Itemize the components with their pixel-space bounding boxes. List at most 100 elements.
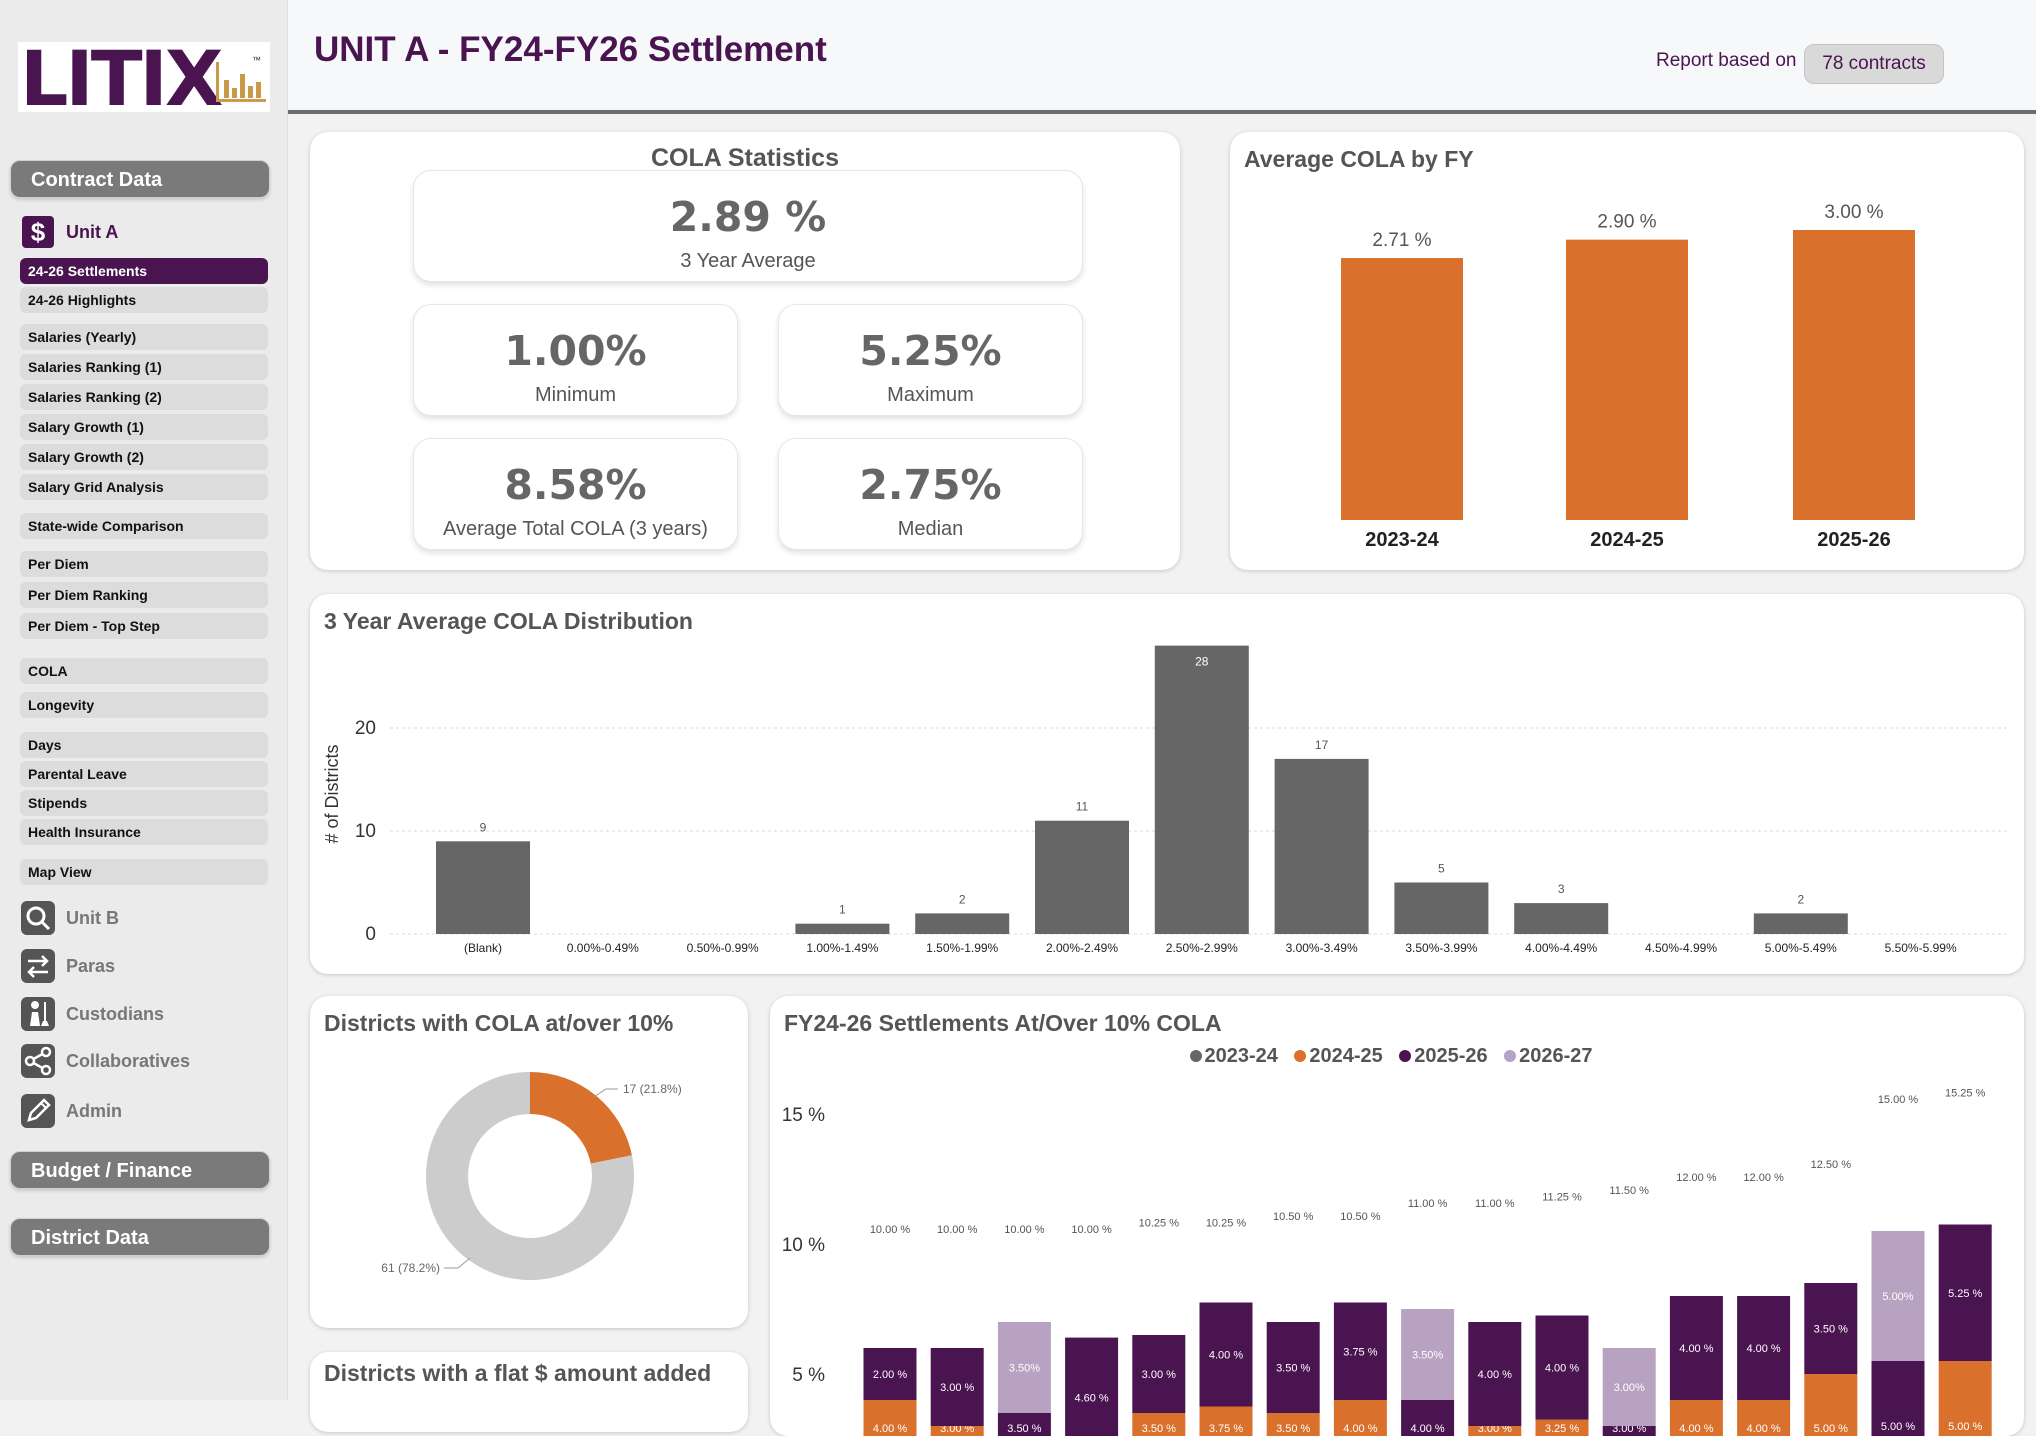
nav-parental-leave[interactable]: Parental Leave (20, 761, 268, 787)
dist-bar-value-label: 3 (1558, 882, 1565, 896)
fy-bar[interactable] (1341, 258, 1463, 520)
median-label: Median (779, 518, 1082, 541)
nav-salaries-ranking-2[interactable]: Salaries Ranking (2) (20, 384, 268, 410)
stack-segment-label: 4.00 % (1343, 1423, 1377, 1435)
dist-category-label: 5.00%-5.49% (1765, 941, 1837, 955)
stack-segment-label: 4.00 % (1478, 1369, 1512, 1381)
stack-segment-label: 5.25 % (1948, 1288, 1982, 1300)
stack-segment-label: 3.50% (1412, 1350, 1443, 1362)
nav-salaries-yearly[interactable]: Salaries (Yearly) (20, 324, 268, 350)
district-data-button[interactable]: District Data (10, 1218, 270, 1256)
contract-data-button[interactable]: Contract Data (10, 160, 270, 198)
nav-per-diem-top-step[interactable]: Per Diem - Top Step (20, 613, 268, 639)
dist-bar[interactable] (915, 913, 1009, 934)
logo-bars-icon: ™ (214, 54, 270, 106)
stack-segment-label: 4.00 % (1746, 1343, 1780, 1355)
dist-bar[interactable] (1514, 903, 1608, 934)
nav-24-26-highlights[interactable]: 24-26 Highlights (20, 287, 268, 313)
stack-segment[interactable] (1065, 1338, 1118, 1436)
paras-link[interactable]: Paras (20, 946, 270, 986)
custodians-label: Custodians (66, 1004, 164, 1025)
donut-slice-label: 61 (78.2%) (381, 1261, 440, 1275)
dist-ytick-label: 10 (355, 821, 376, 842)
stack-total-label: 15.00 % (1878, 1094, 1919, 1106)
cola-distribution-chart: 01020# of Districts9(Blank)0.00%-0.49%0.… (310, 594, 2024, 974)
dist-category-label: 4.00%-4.49% (1525, 941, 1597, 955)
stack-segment-label: 3.00 % (940, 1382, 974, 1394)
nav-days[interactable]: Days (20, 732, 268, 758)
donut-leader-line (444, 1258, 470, 1268)
contracts-badge[interactable]: 78 contracts (1804, 44, 1944, 84)
admin-link[interactable]: Admin (20, 1091, 270, 1131)
dist-category-label: 2.00%-2.49% (1046, 941, 1118, 955)
stack-segment-label: 4.00 % (1746, 1423, 1780, 1435)
maximum-box: 5.25% Maximum (778, 304, 1083, 416)
dist-category-label: 1.50%-1.99% (926, 941, 998, 955)
dist-bar-value-label: 1 (839, 903, 846, 917)
dist-category-label: 1.00%-1.49% (806, 941, 878, 955)
minimum-box: 1.00% Minimum (413, 304, 738, 416)
nav-cola[interactable]: COLA (20, 658, 268, 684)
collaboratives-label: Collaboratives (66, 1051, 190, 1072)
collaboratives-link[interactable]: Collaboratives (20, 1041, 270, 1081)
stack-total-label: 10.00 % (870, 1224, 911, 1236)
nav-map-view[interactable]: Map View (20, 859, 268, 885)
nav-health-insurance[interactable]: Health Insurance (20, 819, 268, 845)
dist-bar-value-label: 28 (1195, 655, 1209, 669)
swap-arrows-icon (20, 948, 56, 984)
dist-category-label: 2.50%-2.99% (1166, 941, 1238, 955)
cola-distribution-card: 3 Year Average COLA Distribution 01020# … (310, 594, 2024, 974)
custodians-link[interactable]: Custodians (20, 994, 270, 1034)
dist-bar-value-label: 2 (1797, 892, 1804, 906)
stack-segment-label: 5.00 % (1814, 1423, 1848, 1435)
cola-statistics-card: COLA Statistics 2.89 % 3 Year Average 1.… (310, 132, 1180, 570)
stack-ytick-label: 15 % (782, 1105, 825, 1126)
nav-salary-growth-2[interactable]: Salary Growth (2) (20, 444, 268, 470)
nav-per-diem[interactable]: Per Diem (20, 551, 268, 577)
nav-24-26-settlements[interactable]: 24-26 Settlements (20, 258, 268, 284)
nav-longevity[interactable]: Longevity (20, 692, 268, 718)
stack-segment-label: 3.50 % (1007, 1423, 1041, 1435)
unit-b-link[interactable]: Unit B (20, 898, 270, 938)
stack-total-label: 15.25 % (1945, 1088, 1986, 1100)
dist-bar[interactable] (436, 841, 530, 934)
report-label: Report based on (1656, 50, 1797, 72)
stack-total-label: 12.50 % (1811, 1159, 1852, 1171)
unit-a-label: Unit A (66, 222, 118, 243)
nav-salary-growth-1[interactable]: Salary Growth (1) (20, 414, 268, 440)
stack-total-label: 10.00 % (937, 1224, 978, 1236)
litix-logo[interactable]: LITIX ™ (18, 42, 270, 112)
nav-stipends[interactable]: Stipends (20, 790, 268, 816)
donut-slice[interactable] (530, 1072, 632, 1164)
page-title: UNIT A - FY24-FY26 Settlement (314, 30, 827, 70)
fy-bar[interactable] (1566, 240, 1688, 520)
stack-segment-label: 3.50 % (1814, 1324, 1848, 1336)
stack-segment-label: 4.00 % (1679, 1343, 1713, 1355)
maximum-label: Maximum (779, 384, 1082, 407)
dist-ytick-label: 20 (355, 718, 376, 739)
fy-bar[interactable] (1793, 230, 1915, 520)
nav-salary-grid-analysis[interactable]: Salary Grid Analysis (20, 474, 268, 500)
dist-bar[interactable] (1394, 883, 1488, 935)
flat-amount-card: Districts with a flat $ amount added (310, 1352, 748, 1432)
svg-text:™: ™ (252, 55, 261, 65)
dist-bar[interactable] (1035, 821, 1129, 934)
pencil-icon (20, 1093, 56, 1129)
dist-bar[interactable] (795, 924, 889, 934)
nav-salaries-ranking-1[interactable]: Salaries Ranking (1) (20, 354, 268, 380)
dist-category-label: 3.50%-3.99% (1405, 941, 1477, 955)
dist-bar[interactable] (1275, 759, 1369, 934)
dist-bar[interactable] (1155, 646, 1249, 934)
nav-state-wide-comparison[interactable]: State-wide Comparison (20, 513, 268, 539)
budget-finance-button[interactable]: Budget / Finance (10, 1151, 270, 1189)
stack-total-label: 10.50 % (1273, 1211, 1314, 1223)
dist-bar[interactable] (1754, 913, 1848, 934)
dist-bar-value-label: 17 (1315, 738, 1329, 752)
unit-b-label: Unit B (66, 908, 119, 929)
dist-bar-value-label: 11 (1076, 800, 1089, 814)
median-box: 2.75% Median (778, 438, 1083, 550)
stack-segment-label: 5.00 % (1881, 1421, 1915, 1433)
fy-category-label: 2024-25 (1590, 529, 1663, 551)
nav-per-diem-ranking[interactable]: Per Diem Ranking (20, 582, 268, 608)
stack-total-label: 12.00 % (1676, 1172, 1717, 1184)
